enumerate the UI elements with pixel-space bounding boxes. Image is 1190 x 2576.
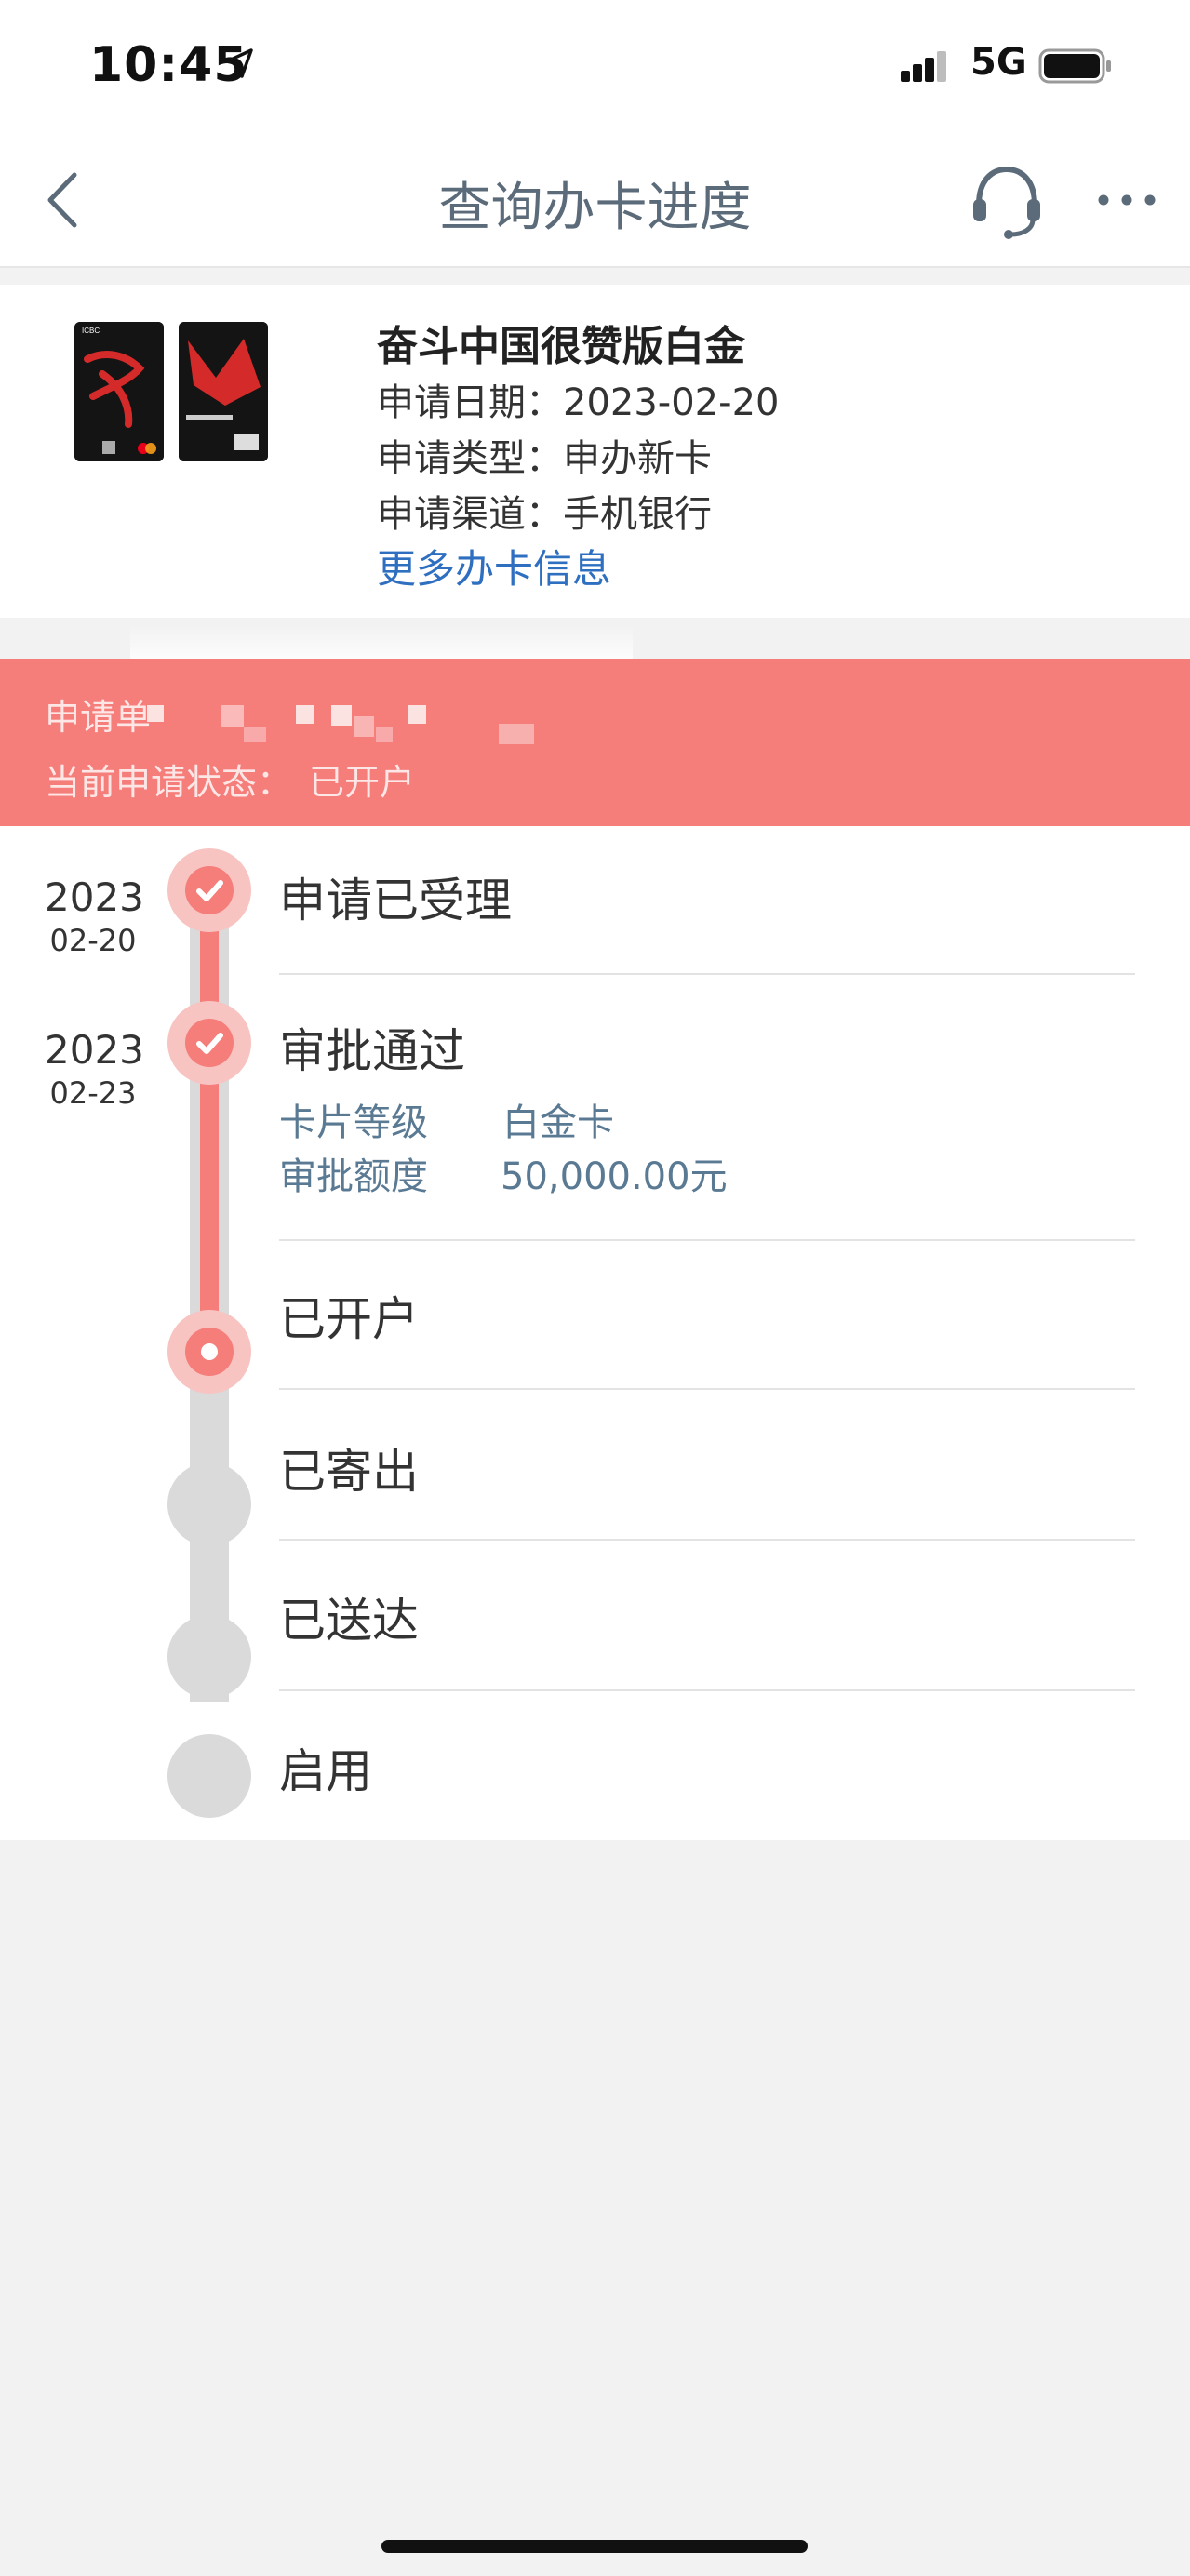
card-product-name: 奋斗中国很赞版白金 — [377, 323, 745, 370]
step-label: 启用 — [279, 1744, 372, 1798]
card-info-panel: ICBC 奋斗中国很赞版白金 申请日期：2023-02-20 申请类型：申办新卡… — [0, 285, 1190, 618]
application-type-label: 申请类型： — [377, 437, 563, 480]
step-label: 已寄出 — [279, 1445, 419, 1499]
step-date: 02-23 — [49, 1075, 137, 1111]
divider — [279, 1239, 1135, 1241]
step-year: 2023 — [45, 1027, 144, 1073]
card-level-label: 卡片等级 — [279, 1101, 428, 1144]
redacted-block — [147, 705, 164, 722]
check-icon — [196, 1033, 223, 1054]
redacted-block — [354, 716, 374, 737]
redacted-block — [376, 727, 393, 742]
application-date-value: 2023-02-20 — [563, 381, 780, 424]
step-label: 已送达 — [279, 1594, 419, 1648]
step-label: 申请已受理 — [279, 874, 512, 928]
application-date: 申请日期：2023-02-20 — [377, 372, 779, 426]
divider — [279, 1388, 1135, 1390]
card-image-front: ICBC — [74, 322, 164, 461]
step-node-pending — [167, 1615, 251, 1699]
progress-timeline: 2023 02-20 申请已受理 2023 02-23 审批通过 卡片等级 白金… — [0, 826, 1190, 1840]
current-status-label: 当前申请状态： — [45, 762, 293, 803]
more-options-icon[interactable] — [1094, 177, 1159, 223]
step-node-current — [167, 1310, 251, 1394]
network-type: 5G — [970, 41, 1027, 84]
application-channel: 申请渠道：手机银行 — [377, 484, 712, 538]
divider — [279, 973, 1135, 975]
application-type: 申请类型：申办新卡 — [377, 428, 712, 482]
step-date: 02-20 — [49, 923, 137, 958]
svg-text:ICBC: ICBC — [82, 327, 100, 335]
step-node-pending — [167, 1734, 251, 1818]
application-channel-label: 申请渠道： — [377, 493, 563, 536]
step-year: 2023 — [45, 874, 144, 920]
redacted-block — [499, 724, 534, 744]
application-number-label: 申请单 — [45, 697, 152, 738]
current-status-value: 已开户 — [309, 762, 416, 803]
step-node-pending — [167, 1462, 251, 1546]
application-date-label: 申请日期： — [377, 381, 563, 424]
card-level-value: 白金卡 — [502, 1101, 614, 1144]
step-label: 审批通过 — [279, 1024, 465, 1078]
home-indicator[interactable] — [381, 2540, 808, 2553]
location-arrow-icon — [225, 48, 253, 78]
redacted-block — [296, 705, 314, 724]
redacted-block — [331, 705, 352, 726]
divider — [279, 1539, 1135, 1541]
step-node-completed — [167, 1001, 251, 1085]
redacted-block — [244, 727, 266, 742]
application-status-banner: 申请单 当前申请状态： 已开户 — [0, 659, 1190, 826]
more-card-info-link[interactable]: 更多办卡信息 — [377, 538, 611, 594]
application-channel-value: 手机银行 — [563, 493, 712, 536]
battery-icon — [1038, 48, 1111, 84]
current-status: 当前申请状态： 已开户 — [45, 754, 415, 805]
signal-strength-icon — [901, 51, 946, 82]
navigation-bar: 查询办卡进度 — [0, 140, 1190, 268]
check-icon — [196, 880, 223, 901]
redacted-block — [221, 705, 244, 727]
timeline-progress-fill — [200, 893, 219, 1352]
redacted-block — [408, 705, 426, 724]
application-type-value: 申办新卡 — [563, 437, 712, 480]
credit-limit-value: 50,000.00元 — [501, 1155, 728, 1198]
customer-service-headset-icon[interactable] — [968, 162, 1046, 240]
divider — [279, 1689, 1135, 1691]
credit-limit-label: 审批额度 — [279, 1155, 428, 1198]
card-image-back — [179, 322, 268, 461]
step-label: 已开户 — [279, 1292, 419, 1346]
step-node-completed — [167, 848, 251, 932]
status-bar: 10:45 5G — [0, 0, 1190, 140]
